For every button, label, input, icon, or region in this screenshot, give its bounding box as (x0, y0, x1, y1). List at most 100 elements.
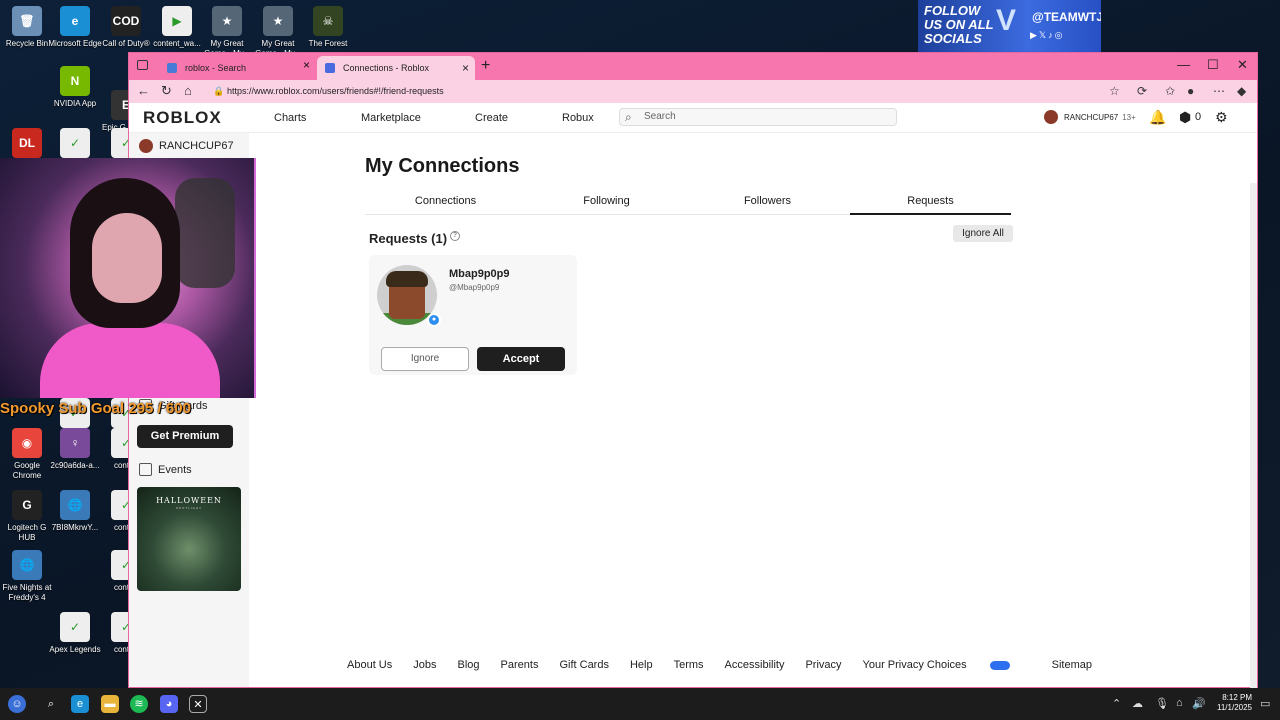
footer-link[interactable]: Parents (501, 659, 539, 671)
get-premium-button[interactable]: Get Premium (137, 425, 233, 448)
desktop-icon[interactable]: COD Call of Duty® (99, 6, 153, 49)
nav-robux[interactable]: Robux (562, 112, 594, 124)
footer-link[interactable]: Gift Cards (559, 659, 609, 671)
refresh-button[interactable]: ↻ (161, 83, 172, 99)
requests-count-label: Requests (1) (369, 231, 448, 246)
desktop-icon-label: content_wa... (153, 39, 201, 48)
ignore-button[interactable]: Ignore (381, 347, 469, 371)
tab-followers[interactable]: Followers (687, 191, 848, 215)
sidebar-user[interactable]: RANCHCUP67 (139, 139, 234, 153)
nav-charts[interactable]: Charts (274, 112, 306, 124)
help-icon[interactable]: ? (450, 231, 461, 241)
footer-link[interactable]: Help (630, 659, 653, 671)
taskbar: ☺ ⌕ e ▬ ≋ ◕ ✕ ⌃ ☁ 🎙 ⌂ 🔊 8:12 PM 11/1/202… (0, 688, 1280, 720)
friend-request-card: ● Mbap9p0p9 @Mbap9p0p9 Ignore Accept (369, 255, 577, 375)
halloween-event-banner[interactable]: HALLOWEEN SPOTLIGHT (137, 487, 241, 591)
avatar (1044, 110, 1058, 124)
spotify-icon[interactable]: ≋ (130, 695, 148, 713)
onedrive-icon[interactable]: ☁ (1132, 697, 1143, 710)
desktop-icon-label: Recycle Bin (5, 39, 49, 48)
desktop-icon[interactable]: N NVIDIA App (48, 66, 102, 109)
tray-overflow-icon[interactable]: ⌃ (1112, 697, 1121, 710)
roblox-logo[interactable]: ROBLOX (143, 108, 222, 128)
new-tab-button[interactable]: + (481, 57, 490, 75)
footer-link[interactable]: About Us (347, 659, 392, 671)
accept-button[interactable]: Accept (477, 347, 565, 371)
tab-connections[interactable]: Connections (365, 191, 526, 215)
desktop-icon[interactable]: e Microsoft Edge (48, 6, 102, 49)
footer-link[interactable]: Blog (458, 659, 480, 671)
footer-link[interactable]: Terms (674, 659, 704, 671)
roblox-page: ROBLOX Charts Marketplace Create Robux ⌕… (129, 103, 1257, 703)
minimize-button[interactable]: — (1177, 57, 1190, 72)
roblox-header: ROBLOX Charts Marketplace Create Robux ⌕… (129, 103, 1257, 133)
volume-icon[interactable]: 🔊 (1192, 697, 1206, 710)
more-menu-icon[interactable]: ⋯ (1213, 84, 1225, 98)
tab-actions-icon[interactable] (137, 60, 148, 70)
profile-icon[interactable]: ● (1187, 84, 1194, 98)
notification-icon[interactable]: ▭ (1260, 697, 1270, 710)
browser-window: roblox - Search Connections - Roblox × ×… (128, 52, 1258, 703)
robux-icon[interactable]: ⬢ (1179, 109, 1191, 126)
app-icon[interactable]: ✕ (189, 695, 207, 713)
desktop-icon[interactable]: ▶ content_wa... (150, 6, 204, 49)
desktop-icon-label: Logitech G HUB (7, 523, 47, 542)
desktop-app-icon: ☠ (313, 6, 343, 36)
desktop-icon-label: NVIDIA App (53, 99, 97, 108)
network-icon[interactable]: ⌂ (1176, 697, 1183, 709)
desktop-icon[interactable]: ♀ 2c90a6da-a... (48, 428, 102, 471)
nav-marketplace[interactable]: Marketplace (361, 112, 421, 124)
scrollbar[interactable] (1250, 183, 1257, 703)
home-button[interactable]: ⌂ (184, 83, 192, 98)
microphone-icon[interactable]: 🎙 (1155, 697, 1169, 710)
copilot-icon[interactable]: ◆ (1237, 84, 1246, 98)
tab-connections[interactable]: Connections - Roblox × (317, 56, 475, 80)
favorite-star-icon[interactable]: ☆ (1109, 84, 1120, 98)
notifications-bell-icon[interactable]: 🔔 (1149, 109, 1166, 126)
footer-link[interactable]: Accessibility (725, 659, 785, 671)
tab-following[interactable]: Following (526, 191, 687, 215)
desktop-app-icon: e (60, 6, 90, 36)
search-icon[interactable]: ⌕ (42, 695, 60, 713)
extensions-icon[interactable]: ⟳ (1137, 84, 1147, 98)
desktop-icon[interactable]: ◉ Google Chrome (0, 428, 54, 481)
desktop-icon[interactable]: ✓ Apex Legends (48, 612, 102, 655)
favorites-icon[interactable]: ✩ (1165, 84, 1175, 98)
desktop-icon-label: 2c90a6da-a... (50, 461, 100, 470)
start-button-icon[interactable]: ☺ (8, 695, 26, 713)
close-tab-icon[interactable]: × (462, 61, 469, 75)
request-display-name[interactable]: Mbap9p0p9 (449, 268, 510, 280)
maximize-button[interactable]: ☐ (1207, 57, 1219, 73)
footer-link[interactable]: Privacy (805, 659, 841, 671)
nav-create[interactable]: Create (475, 112, 508, 124)
close-window-button[interactable]: ✕ (1237, 57, 1248, 73)
privacy-toggle-icon (989, 660, 1010, 670)
footer-link[interactable]: Jobs (413, 659, 436, 671)
footer-link[interactable]: Sitemap (1052, 659, 1092, 671)
discord-icon[interactable]: ◕ (160, 695, 178, 713)
sidebar-item-events[interactable]: Events (139, 463, 192, 476)
desktop-icon[interactable]: ☠ The Forest (301, 6, 355, 49)
desktop-icon[interactable]: 🌐 Five Nights at Freddy's 4 (0, 550, 54, 603)
tab-title: roblox - Search (185, 63, 247, 73)
taskbar-clock[interactable]: 8:12 PM 11/1/2025 (1208, 693, 1252, 713)
desktop-icon[interactable]: 🌐 7BI8MkrwY... (48, 490, 102, 533)
url-field[interactable]: https://www.roblox.com/users/friends#!/f… (227, 80, 444, 103)
robux-balance[interactable]: 0 (1195, 111, 1201, 123)
ignore-all-button[interactable]: Ignore All (953, 225, 1013, 242)
settings-gear-icon[interactable]: ⚙ (1215, 109, 1228, 126)
search-input[interactable]: ⌕ Search (619, 108, 897, 126)
edge-taskbar-icon[interactable]: e (71, 695, 89, 713)
file-explorer-icon[interactable]: ▬ (101, 695, 119, 713)
desktop-icon[interactable]: 🗑 Recycle Bin (0, 6, 54, 49)
banner-text: FOLLOW US ON ALL SOCIALS (924, 3, 994, 46)
webcam-overlay (0, 158, 256, 398)
desktop-icon[interactable]: G Logitech G HUB (0, 490, 54, 543)
back-button[interactable]: ← (137, 83, 150, 98)
footer-link-privacy-choices[interactable]: Your Privacy Choices (863, 659, 1031, 671)
tab-requests[interactable]: Requests (850, 191, 1011, 215)
close-tab-icon[interactable]: × (303, 58, 310, 72)
event-title: HALLOWEEN (156, 496, 222, 505)
user-chip[interactable]: RANCHCUP67 13+ (1044, 110, 1136, 124)
lock-icon[interactable]: 🔒 (213, 86, 224, 97)
